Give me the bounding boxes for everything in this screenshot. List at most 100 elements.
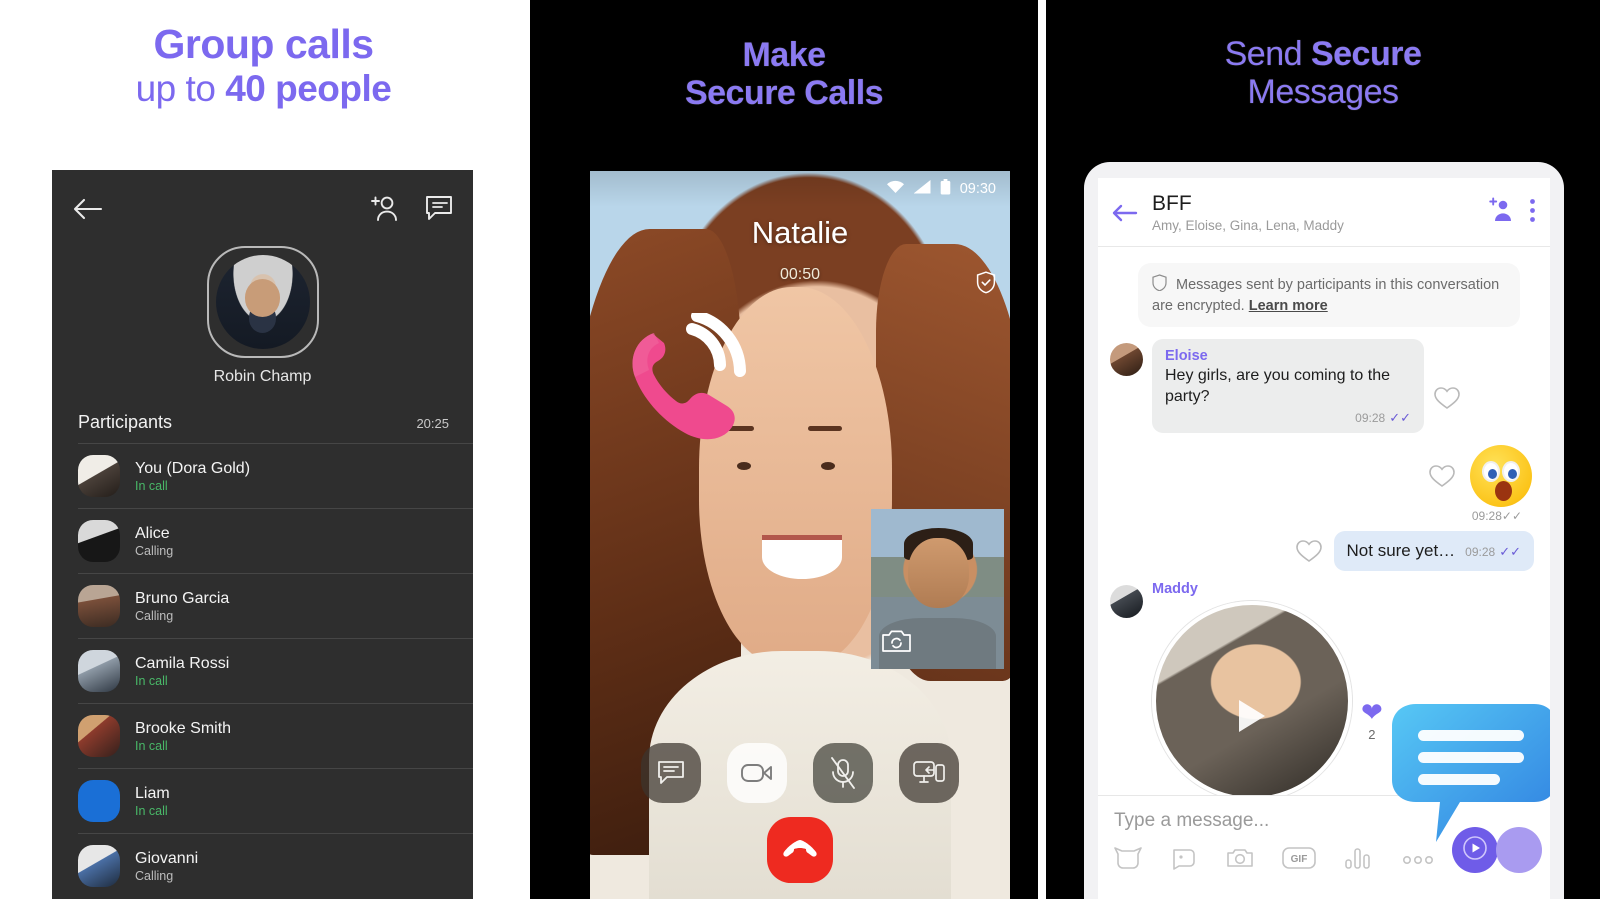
video-toggle-button[interactable] — [727, 743, 787, 803]
participant-meta: Camila Rossi In call — [135, 655, 229, 688]
headline-line-2: up to 40 people — [0, 68, 527, 109]
like-heart-icon[interactable] — [1433, 385, 1461, 411]
headline-line-2: Messages — [1247, 73, 1399, 112]
chat-header-actions — [1487, 196, 1536, 229]
astonished-face-emoji[interactable] — [1470, 444, 1532, 507]
participant-meta: Liam In call — [135, 785, 170, 818]
call-topbar — [52, 170, 473, 250]
add-person-icon[interactable] — [1487, 196, 1515, 229]
conversation-title: BFF — [1152, 192, 1192, 215]
message-row-outgoing-text: Not sure yet… 09:28 ✓✓ — [1110, 530, 1534, 572]
participant-row[interactable]: Liam In call — [78, 768, 473, 833]
end-call-button[interactable] — [767, 817, 833, 883]
participant-row[interactable]: You (Dora Gold) In call — [78, 443, 473, 508]
call-topbar-actions — [369, 192, 455, 224]
self-video-pip[interactable] — [871, 509, 1004, 669]
headline-prefix: up to — [135, 67, 226, 109]
heart-filled-icon: ❤ — [1361, 697, 1383, 728]
avatar — [78, 585, 120, 627]
participant-name: You (Dora Gold) — [135, 459, 251, 477]
chat-header-text: BFF Amy, Eloise, Gina, Lena, Maddy — [1152, 192, 1473, 233]
participant-status: In call — [135, 673, 168, 688]
message-sender: Eloise — [1165, 348, 1208, 365]
headline-line-1: Make — [742, 36, 826, 74]
participant-status: In call — [135, 803, 168, 818]
svg-text:GIF: GIF — [1291, 854, 1308, 865]
headline-line-1: Group calls — [153, 21, 374, 67]
back-arrow-icon[interactable] — [1112, 202, 1138, 224]
chat-button[interactable] — [641, 743, 701, 803]
chat-app-screen: BFF Amy, Eloise, Gina, Lena, Maddy Messa… — [1098, 178, 1550, 899]
callee-name: Natalie — [751, 215, 849, 250]
participant-name: Camila Rossi — [135, 654, 230, 672]
play-icon[interactable] — [1239, 700, 1265, 733]
participant-row[interactable]: Giovanni Calling — [78, 833, 473, 898]
transfer-call-button[interactable] — [899, 743, 959, 803]
message-row-outgoing-emoji — [1110, 444, 1532, 507]
like-heart-icon[interactable] — [1295, 538, 1323, 564]
participant-name: Giovanni — [135, 849, 199, 867]
back-arrow-icon[interactable] — [70, 194, 104, 224]
message-row-incoming: Eloise Hey girls, are you coming to the … — [1110, 339, 1538, 433]
participant-row[interactable]: Bruno Garcia Calling — [78, 573, 473, 638]
emoji-icon[interactable] — [1170, 846, 1198, 875]
message-bubble[interactable]: Eloise Hey girls, are you coming to the … — [1152, 339, 1424, 433]
headline-prefix: Send — [1224, 35, 1311, 73]
participant-row[interactable]: Brooke Smith In call — [78, 703, 473, 768]
call-duration: 20:25 — [416, 416, 449, 431]
read-receipt-icon: ✓✓ — [1499, 543, 1521, 559]
screenshot-root: Group calls up to 40 people Robin Champ … — [0, 0, 1600, 899]
participants-section-header: Participants 20:25 — [52, 412, 473, 433]
battery-icon — [940, 179, 951, 199]
message-meta: 09:28✓✓ — [1465, 544, 1521, 560]
panel-gap-1 — [527, 0, 530, 899]
flip-camera-icon[interactable] — [881, 627, 912, 659]
participant-meta: Alice Calling — [135, 525, 173, 558]
participant-status: In call — [135, 738, 168, 753]
avatar — [78, 520, 120, 562]
add-person-icon[interactable] — [369, 192, 401, 224]
participant-row[interactable]: Alice Calling — [78, 508, 473, 573]
encryption-notice: Messages sent by participants in this co… — [1138, 263, 1520, 328]
message-time: 09:28 — [1465, 544, 1496, 559]
headline-bold: Secure — [1310, 35, 1422, 73]
conversation-members: Amy, Eloise, Gina, Lena, Maddy — [1152, 218, 1344, 234]
message-reaction[interactable]: ❤ 2 — [1361, 699, 1383, 742]
avatar — [78, 715, 120, 757]
mute-button[interactable] — [813, 743, 873, 803]
participant-status: Calling — [135, 543, 174, 558]
participant-row[interactable]: Camila Rossi In call — [78, 638, 473, 703]
headline-secure-messages: Send Secure Messages — [1046, 35, 1600, 111]
phone-frame: BFF Amy, Eloise, Gina, Lena, Maddy Messa… — [1084, 162, 1564, 899]
chat-header: BFF Amy, Eloise, Gina, Lena, Maddy — [1098, 178, 1550, 248]
headline-group-calls: Group calls up to 40 people — [0, 21, 527, 109]
message-bubble[interactable]: Not sure yet… 09:28 ✓✓ — [1333, 530, 1534, 572]
more-vertical-icon[interactable] — [1529, 198, 1536, 228]
message-time: 09:28 — [1471, 508, 1502, 523]
voice-waveform-icon[interactable] — [1344, 846, 1374, 875]
more-horizontal-icon[interactable] — [1402, 852, 1434, 870]
participants-title: Participants — [78, 412, 173, 432]
participant-meta: Bruno Garcia Calling — [135, 590, 229, 623]
message-text: Hey girls, are you coming to the party? — [1165, 367, 1390, 406]
video-message[interactable] — [1152, 601, 1352, 802]
caller-avatar-block: Robin Champ — [52, 246, 473, 386]
like-heart-icon[interactable] — [1428, 463, 1456, 489]
read-receipt-icon: ✓✓ — [1501, 508, 1522, 523]
caller-name: Robin Champ — [213, 368, 312, 385]
camera-icon[interactable] — [1226, 846, 1254, 875]
participant-status: In call — [135, 478, 168, 493]
gif-icon[interactable]: GIF — [1282, 846, 1316, 875]
shield-outline-icon — [1152, 274, 1171, 295]
learn-more-link[interactable]: Learn more — [1249, 298, 1328, 314]
participant-meta: Brooke Smith In call — [135, 720, 231, 753]
panel-secure-calls: Make Secure Calls 09:30 Natalie 00:50 — [530, 0, 1038, 899]
chat-bubble-icon[interactable] — [423, 192, 455, 224]
message-time: 09:28 — [1355, 410, 1386, 425]
avatar — [78, 455, 120, 497]
avatar — [78, 780, 120, 822]
sticker-icon[interactable] — [1114, 846, 1142, 875]
call-timer: 00:50 — [779, 266, 821, 283]
participant-status: Calling — [135, 868, 174, 883]
headline-line-2: Secure Calls — [684, 74, 884, 113]
